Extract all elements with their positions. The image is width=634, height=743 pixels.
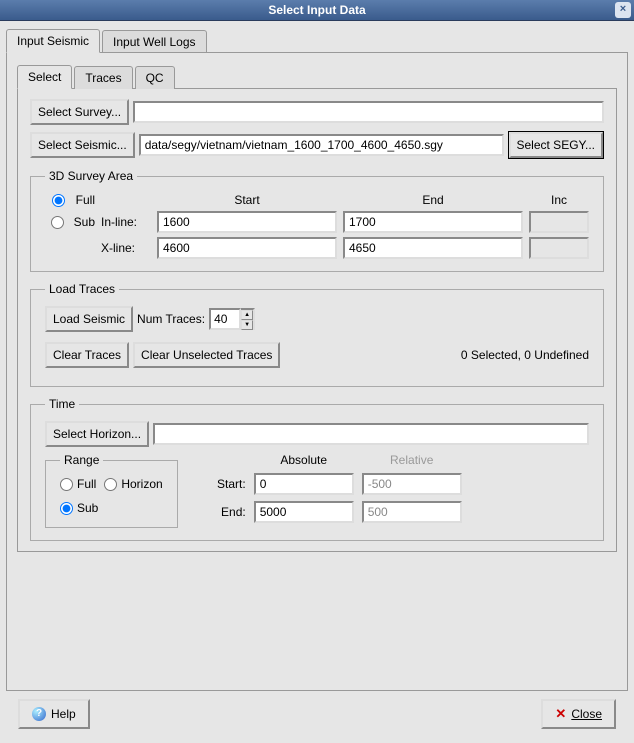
window-title: Select Input Data — [268, 3, 365, 17]
tab-qc[interactable]: QC — [135, 66, 175, 89]
num-traces-label: Num Traces: — [137, 312, 205, 326]
select-tab-content: Select Survey... Select Seismic... Selec… — [17, 88, 617, 552]
select-survey-button[interactable]: Select Survey... — [30, 99, 129, 125]
range-group: Range Full Horizon — [45, 453, 178, 528]
help-icon: ? — [32, 707, 46, 721]
inline-label: In-line: — [101, 215, 151, 229]
inline-end-input[interactable] — [343, 211, 523, 233]
time-start-abs-input[interactable] — [254, 473, 354, 495]
survey-input[interactable] — [133, 101, 604, 123]
window-close-icon[interactable]: × — [615, 2, 631, 18]
range-legend: Range — [60, 453, 103, 467]
end-header: End — [343, 193, 523, 207]
load-traces-group: Load Traces Load Seismic Num Traces: ▲ ▼… — [30, 282, 604, 387]
num-traces-spinner[interactable]: ▲ ▼ — [209, 308, 255, 330]
tab-input-seismic[interactable]: Input Seismic — [6, 29, 100, 53]
spinner-down-icon[interactable]: ▼ — [241, 320, 253, 330]
relative-header: Relative — [362, 453, 462, 467]
select-seismic-button[interactable]: Select Seismic... — [30, 132, 135, 158]
spinner-up-icon[interactable]: ▲ — [241, 310, 253, 320]
horizon-input[interactable] — [153, 423, 589, 445]
survey-full-radio[interactable]: Full — [45, 193, 95, 207]
time-legend: Time — [45, 397, 79, 411]
survey-3d-group: 3D Survey Area Full Start End Inc Sub In… — [30, 169, 604, 272]
window-titlebar: Select Input Data × — [0, 0, 634, 21]
time-group: Time Select Horizon... Range Full — [30, 397, 604, 541]
top-tab-content: Select Traces QC Select Survey... Select… — [6, 52, 628, 691]
xline-end-input[interactable] — [343, 237, 523, 259]
range-full-radio[interactable]: Full — [60, 477, 96, 491]
range-sub-radio[interactable]: Sub — [60, 501, 163, 515]
close-icon: ✕ — [555, 706, 566, 722]
inline-inc-input — [529, 211, 589, 233]
select-segy-button-wrap: Select SEGY... — [508, 131, 605, 159]
time-start-label: Start: — [206, 477, 246, 491]
xline-inc-input — [529, 237, 589, 259]
select-horizon-button[interactable]: Select Horizon... — [45, 421, 149, 447]
load-traces-legend: Load Traces — [45, 282, 119, 296]
clear-unselected-button[interactable]: Clear Unselected Traces — [133, 342, 280, 368]
range-horizon-radio[interactable]: Horizon — [104, 477, 162, 491]
load-seismic-button[interactable]: Load Seismic — [45, 306, 133, 332]
xline-start-input[interactable] — [157, 237, 337, 259]
inline-start-input[interactable] — [157, 211, 337, 233]
tab-input-well-logs[interactable]: Input Well Logs — [102, 30, 207, 53]
start-header: Start — [157, 193, 337, 207]
help-button[interactable]: ? Help — [18, 699, 90, 729]
num-traces-input[interactable] — [209, 308, 241, 330]
trace-status-text: 0 Selected, 0 Undefined — [461, 348, 589, 362]
top-tab-row: Input Seismic Input Well Logs — [6, 27, 628, 52]
time-start-rel-input — [362, 473, 462, 495]
tab-traces[interactable]: Traces — [74, 66, 132, 89]
select-segy-button[interactable]: Select SEGY... — [509, 132, 604, 158]
absolute-header: Absolute — [254, 453, 354, 467]
clear-traces-button[interactable]: Clear Traces — [45, 342, 129, 368]
sub-tab-row: Select Traces QC — [17, 63, 617, 88]
survey-sub-radio[interactable]: Sub — [45, 215, 95, 229]
xline-label: X-line: — [101, 241, 151, 255]
time-end-label: End: — [206, 505, 246, 519]
close-button[interactable]: ✕ Close — [541, 699, 616, 729]
time-end-rel-input — [362, 501, 462, 523]
survey-3d-legend: 3D Survey Area — [45, 169, 137, 183]
dialog-footer: ? Help ✕ Close — [6, 691, 628, 737]
tab-select[interactable]: Select — [17, 65, 72, 89]
seismic-path-input[interactable] — [139, 134, 504, 156]
inc-header: Inc — [529, 193, 589, 207]
time-end-abs-input[interactable] — [254, 501, 354, 523]
